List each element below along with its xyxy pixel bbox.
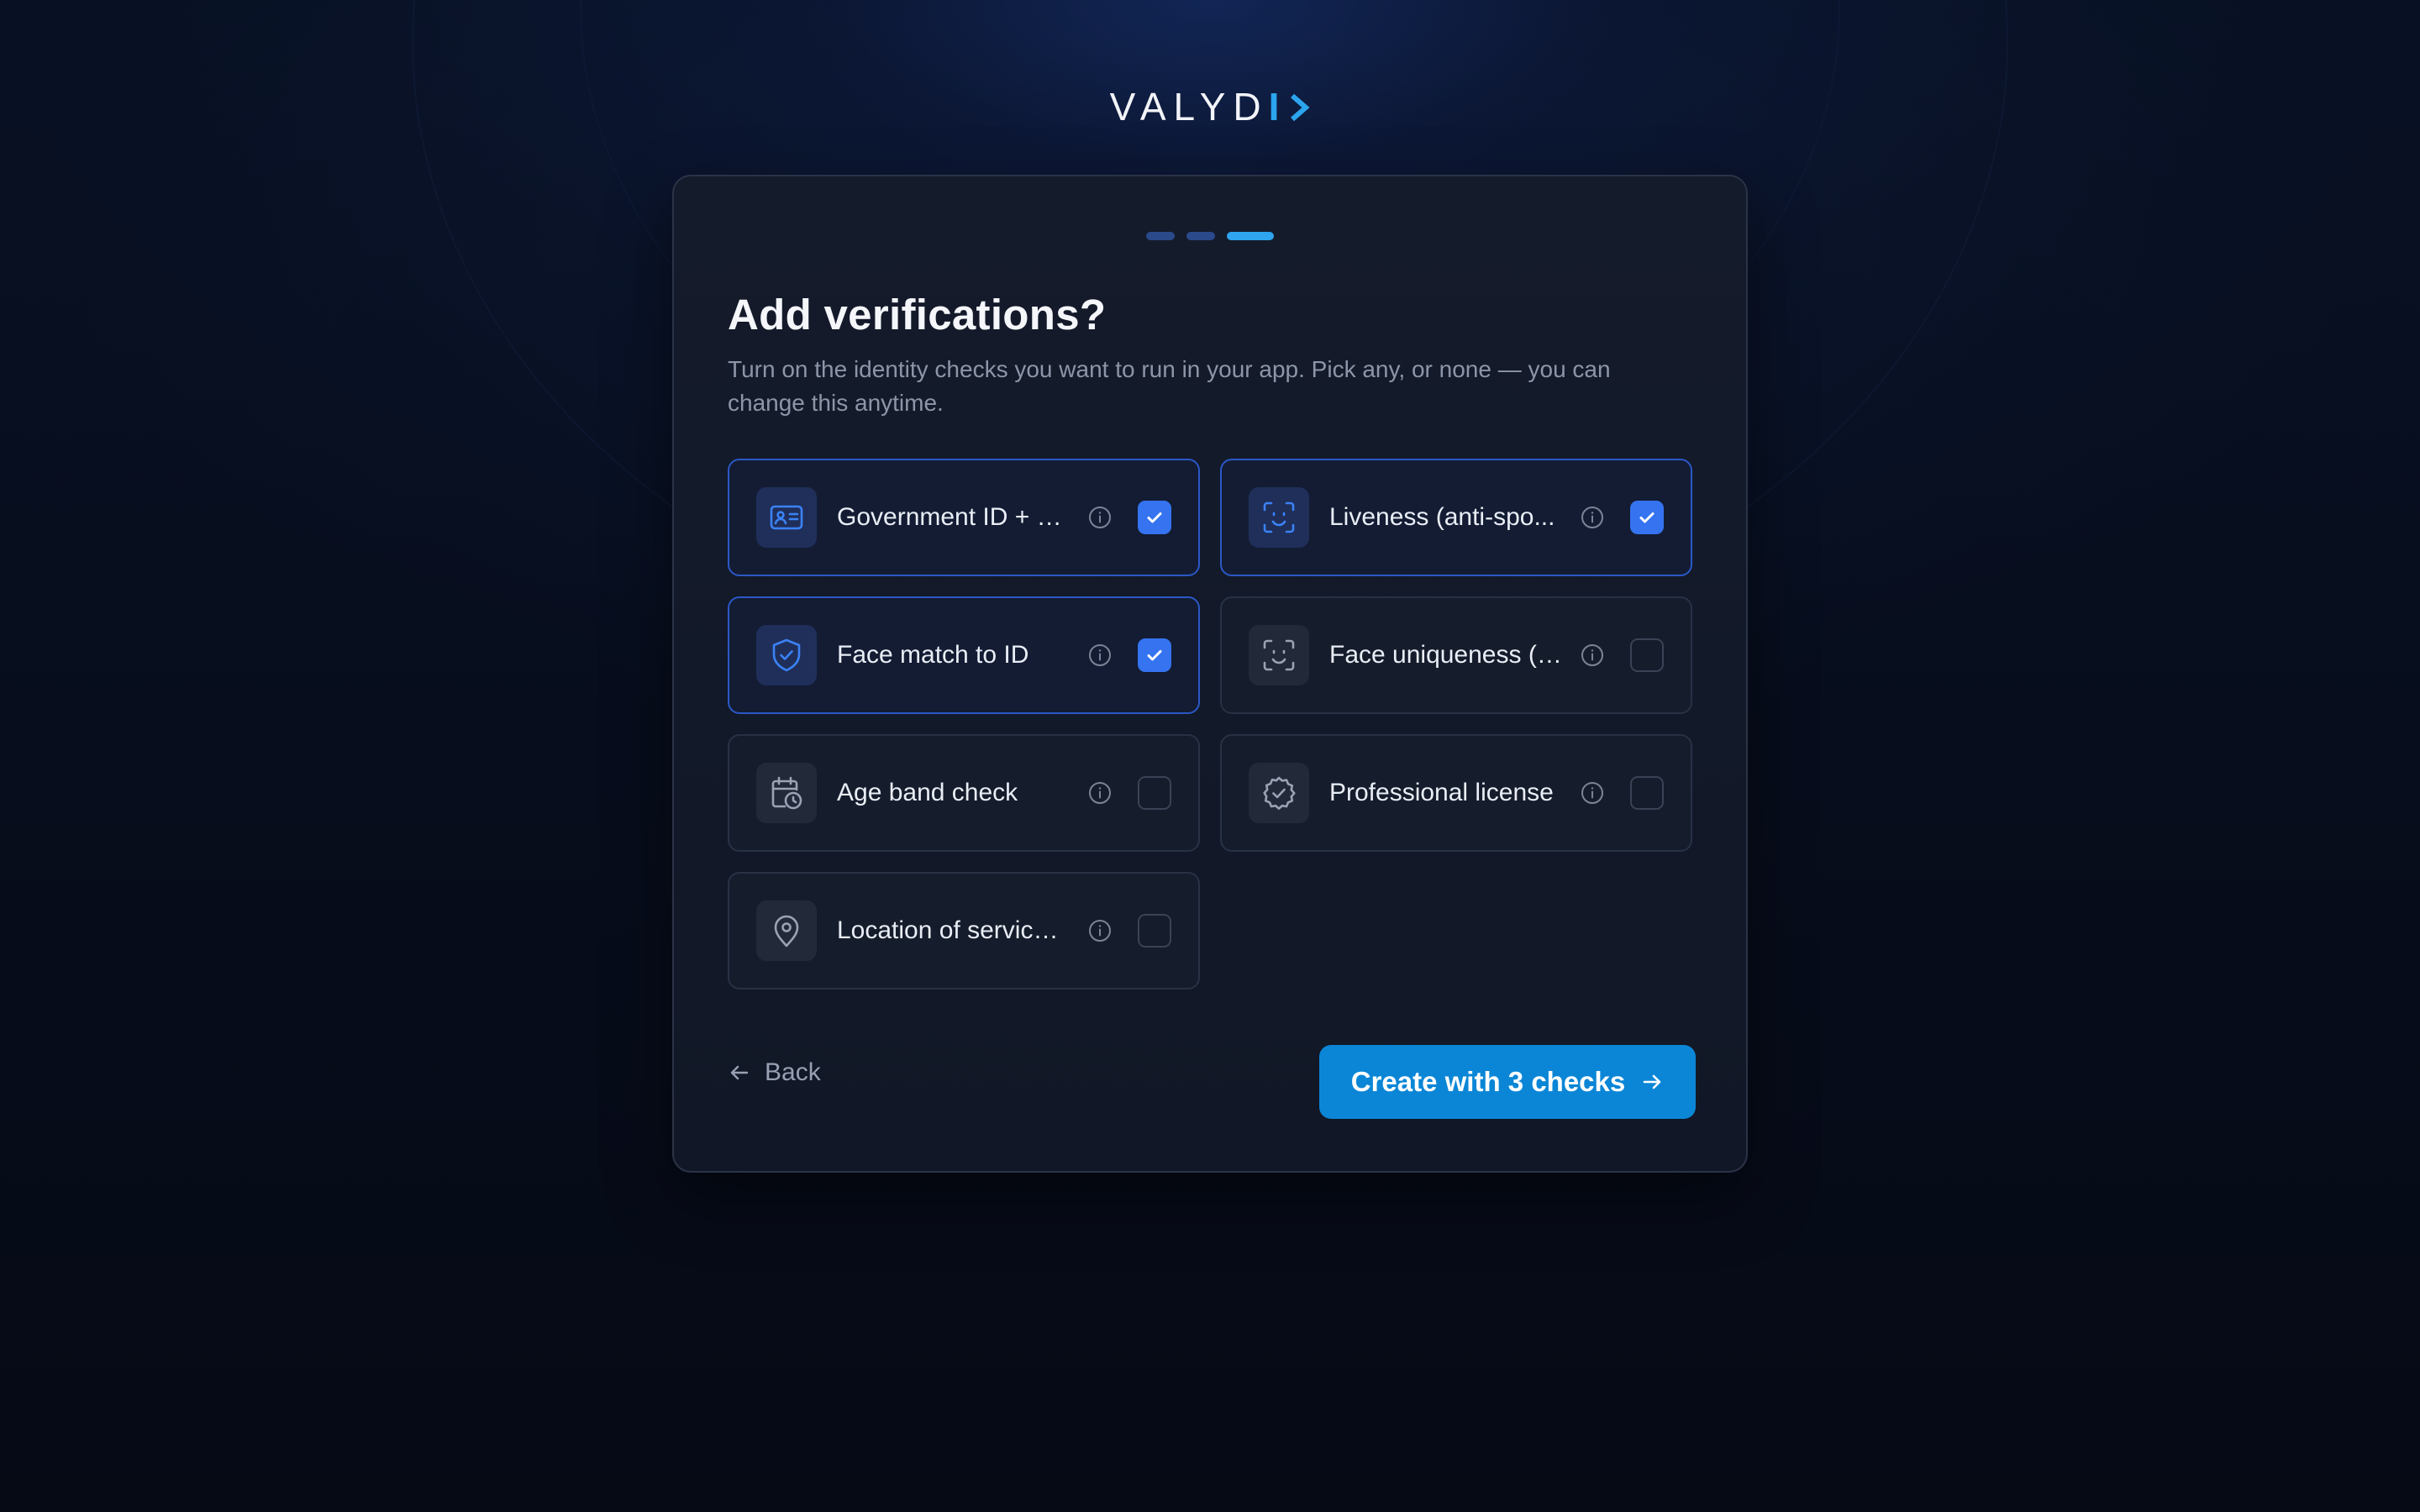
info-icon[interactable] [1087,780,1113,806]
info-icon[interactable] [1580,643,1605,668]
page-subtitle: Turn on the identity checks you want to … [728,356,1611,416]
info-icon[interactable] [1087,505,1113,530]
back-button[interactable]: Back [728,1058,821,1087]
arrow-left-icon [730,1065,749,1080]
checkbox-unchecked[interactable] [1138,776,1171,810]
option-liveness[interactable]: Liveness (anti-spo... [1220,459,1692,576]
option-government-id[interactable]: Government ID + O... [728,459,1200,576]
step-indicator [674,232,1746,240]
checkbox-checked[interactable] [1138,638,1171,672]
option-face-match[interactable]: Face match to ID [728,596,1200,714]
checkbox-checked[interactable] [1630,501,1664,534]
logo-chevron-icon [1291,93,1310,122]
option-label: Face match to ID [837,641,1029,669]
shield-check-icon [756,625,817,685]
create-button[interactable]: Create with 3 checks [1319,1045,1696,1119]
info-icon[interactable] [1087,643,1113,668]
checkbox-unchecked[interactable] [1630,776,1664,810]
info-icon[interactable] [1580,505,1605,530]
checkbox-unchecked[interactable] [1138,914,1171,948]
step-dot-1 [1146,232,1175,240]
checkbox-unchecked[interactable] [1630,638,1664,672]
face-scan-icon [1249,625,1309,685]
checkbox-checked[interactable] [1138,501,1171,534]
onboarding-card: Add verifications? Turn on the identity … [672,175,1748,1173]
option-face-uniqueness[interactable]: Face uniqueness (o... [1220,596,1692,714]
step-dot-3-active [1227,232,1274,240]
verification-options: Government ID + O... Liveness (anti-spo.… [728,459,1694,990]
option-label: Liveness (anti-spo... [1329,503,1555,531]
brand-logo: VALYDI [0,87,2420,126]
option-age-band[interactable]: Age band check [728,734,1200,852]
info-icon[interactable] [1087,918,1113,943]
option-location-of-service[interactable]: Location of service ... [728,872,1200,990]
step-dot-2 [1186,232,1215,240]
arrow-right-icon [1643,1074,1661,1089]
option-label: Face uniqueness (o... [1329,641,1565,669]
map-pin-icon [756,900,817,961]
create-button-label: Create with 3 checks [1350,1066,1626,1097]
id-card-icon [756,487,817,548]
option-label: Government ID + O... [837,503,1072,531]
option-label: Age band check [837,779,1018,806]
back-label: Back [765,1058,821,1086]
logo-wordmark: VALYD [1109,85,1269,129]
logo-accent: I [1268,85,1287,129]
calendar-clock-icon [756,763,817,823]
option-label: Professional license [1329,779,1554,806]
option-label: Location of service ... [837,916,1072,944]
info-icon[interactable] [1580,780,1605,806]
option-professional-license[interactable]: Professional license [1220,734,1692,852]
badge-check-icon [1249,763,1309,823]
face-scan-icon [1249,487,1309,548]
page-title: Add verifications? [728,291,1107,339]
